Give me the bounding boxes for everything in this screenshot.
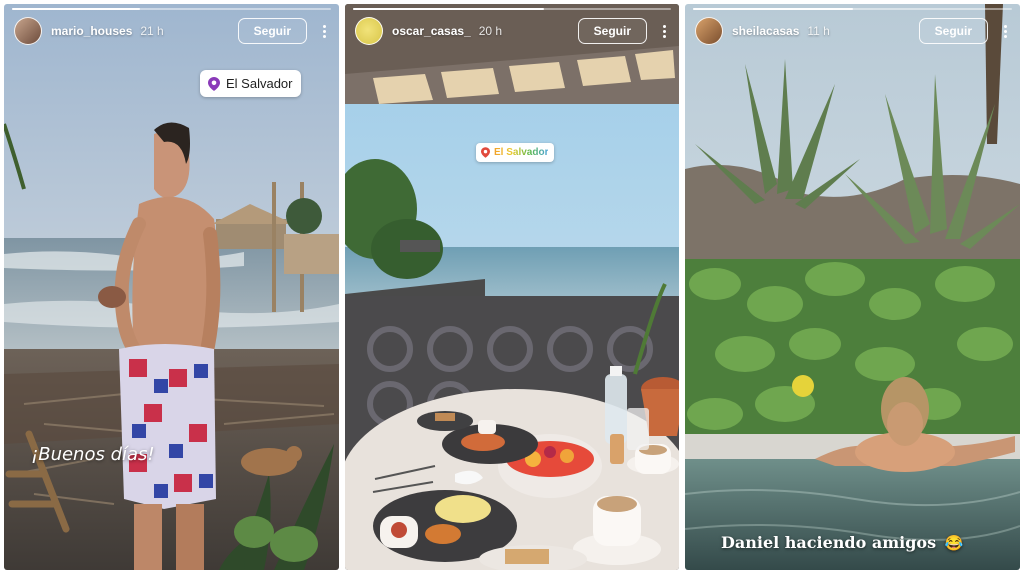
story-progress-bar [693, 8, 1012, 10]
story-header: mario_houses 21 h Seguir [14, 16, 331, 46]
avatar[interactable] [14, 17, 42, 45]
story-header: oscar_casas_ 20 h Seguir [355, 16, 671, 46]
more-options-icon[interactable] [998, 22, 1012, 40]
story-card-mario-houses[interactable]: mario_houses 21 h Seguir El Salvador ¡Bu… [4, 4, 339, 570]
story-card-sheila-casas[interactable]: sheilacasas 11 h Seguir Daniel haciendo … [685, 4, 1020, 570]
more-options-icon[interactable] [317, 22, 331, 40]
location-sticker[interactable]: El Salvador [200, 70, 302, 97]
story-caption: Daniel haciendo amigos 😂 [721, 533, 963, 552]
more-options-icon[interactable] [657, 22, 671, 40]
avatar[interactable] [695, 17, 723, 45]
post-time: 21 h [140, 24, 164, 38]
story-progress-bar [12, 8, 331, 10]
story-progress-bar [353, 8, 671, 10]
laughing-emoji-icon: 😂 [944, 534, 964, 552]
caption-text: Daniel haciendo amigos [721, 533, 937, 552]
username[interactable]: oscar_casas_ [392, 24, 471, 38]
story-caption: ¡Buenos días! [31, 444, 155, 465]
story-card-oscar-casas[interactable]: oscar_casas_ 20 h Seguir El Salvador [345, 4, 679, 570]
follow-button[interactable]: Seguir [918, 18, 988, 44]
username[interactable]: mario_houses [51, 24, 132, 38]
story-photo-pool [685, 4, 1020, 570]
username[interactable]: sheilacasas [732, 24, 799, 38]
location-pin-icon [208, 76, 220, 91]
post-time: 11 h [807, 24, 830, 38]
location-label: El Salvador [494, 147, 549, 158]
avatar[interactable] [355, 17, 383, 45]
follow-button[interactable]: Seguir [577, 18, 647, 44]
location-pin-icon [481, 147, 490, 158]
follow-button[interactable]: Seguir [237, 18, 307, 44]
post-time: 20 h [478, 24, 503, 38]
story-photo-breakfast [345, 4, 679, 570]
story-header: sheilacasas 11 h Seguir [695, 16, 1012, 46]
location-label: El Salvador [226, 76, 293, 91]
location-sticker[interactable]: El Salvador [476, 143, 555, 162]
